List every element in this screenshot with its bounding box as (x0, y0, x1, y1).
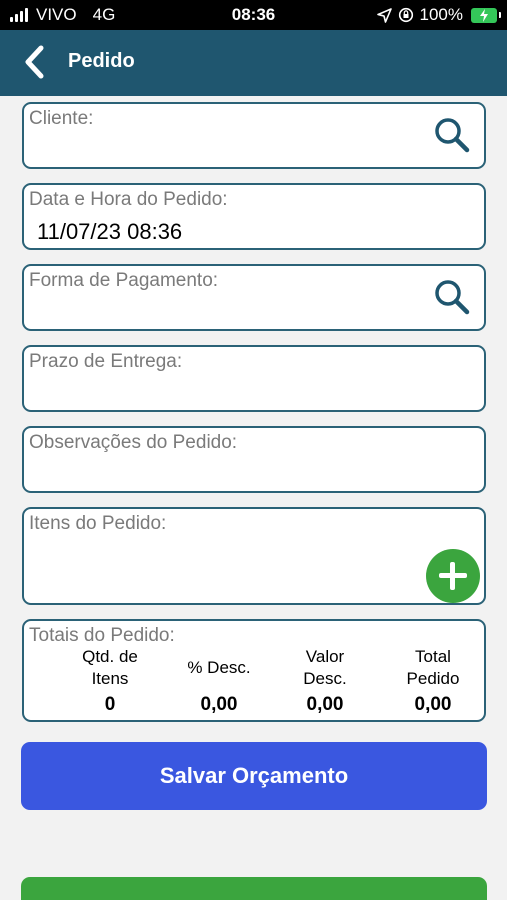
location-icon (376, 7, 392, 23)
battery-percent: 100% (419, 5, 463, 24)
total-pedido-header-line1: Total (415, 647, 451, 666)
search-icon[interactable] (432, 115, 472, 155)
itens-label: Itens do Pedido: (29, 513, 167, 534)
total-pedido-column: Total Pedido 0,00 (388, 646, 478, 716)
add-item-button[interactable] (426, 549, 480, 603)
status-right: 100% (376, 5, 501, 25)
forma-pagamento-field[interactable]: Forma de Pagamento: (22, 264, 486, 331)
valor-desc-column: Valor Desc. 0,00 (280, 646, 370, 716)
total-pedido-header-line2: Pedido (406, 669, 460, 688)
forma-pagamento-label: Forma de Pagamento: (29, 270, 219, 291)
perc-desc-value: 0,00 (200, 694, 238, 715)
prazo-entrega-label: Prazo de Entrega: (29, 351, 183, 372)
green-action-button[interactable] (21, 877, 487, 900)
perc-desc-column: % Desc. (174, 657, 264, 679)
prazo-entrega-field[interactable]: Prazo de Entrega: (22, 345, 486, 412)
qtd-itens-header-line2: Itens (91, 669, 129, 688)
totals-panel: Totais do Pedido: Qtd. de Itens 0 % Desc… (22, 619, 486, 722)
data-hora-value: 11/07/23 08:36 (37, 219, 183, 244)
observacoes-field[interactable]: Observações do Pedido: (22, 426, 486, 493)
valor-desc-header-line1: Valor (305, 647, 345, 666)
valor-desc-header-line2: Desc. (303, 669, 347, 688)
status-bar: VIVO 4G 08:36 100% (0, 0, 507, 30)
qtd-itens-value: 0 (104, 694, 116, 715)
qtd-itens-header-line1: Qtd. de (82, 647, 138, 666)
valor-desc-value: 0,00 (306, 694, 344, 715)
cliente-field[interactable]: Cliente: (22, 102, 486, 169)
save-budget-button[interactable]: Salvar Orçamento (21, 742, 487, 810)
qtd-itens-column: Qtd. de Itens 0 (64, 646, 156, 716)
nav-header: Pedido (0, 30, 507, 96)
search-icon[interactable] (432, 277, 472, 317)
cliente-label: Cliente: (29, 108, 94, 129)
back-icon[interactable] (20, 44, 50, 80)
observacoes-label: Observações do Pedido: (29, 432, 238, 453)
data-hora-field[interactable]: Data e Hora do Pedido: 11/07/23 08:36 (22, 183, 486, 250)
data-hora-label: Data e Hora do Pedido: (29, 189, 228, 210)
perc-desc-header: % Desc. (187, 658, 251, 677)
total-pedido-value: 0,00 (414, 694, 452, 715)
totals-label: Totais do Pedido: (29, 625, 175, 646)
itens-field: Itens do Pedido: (22, 507, 486, 605)
rotation-lock-icon (398, 7, 413, 23)
page-title: Pedido (68, 50, 135, 72)
battery-icon (471, 7, 501, 23)
